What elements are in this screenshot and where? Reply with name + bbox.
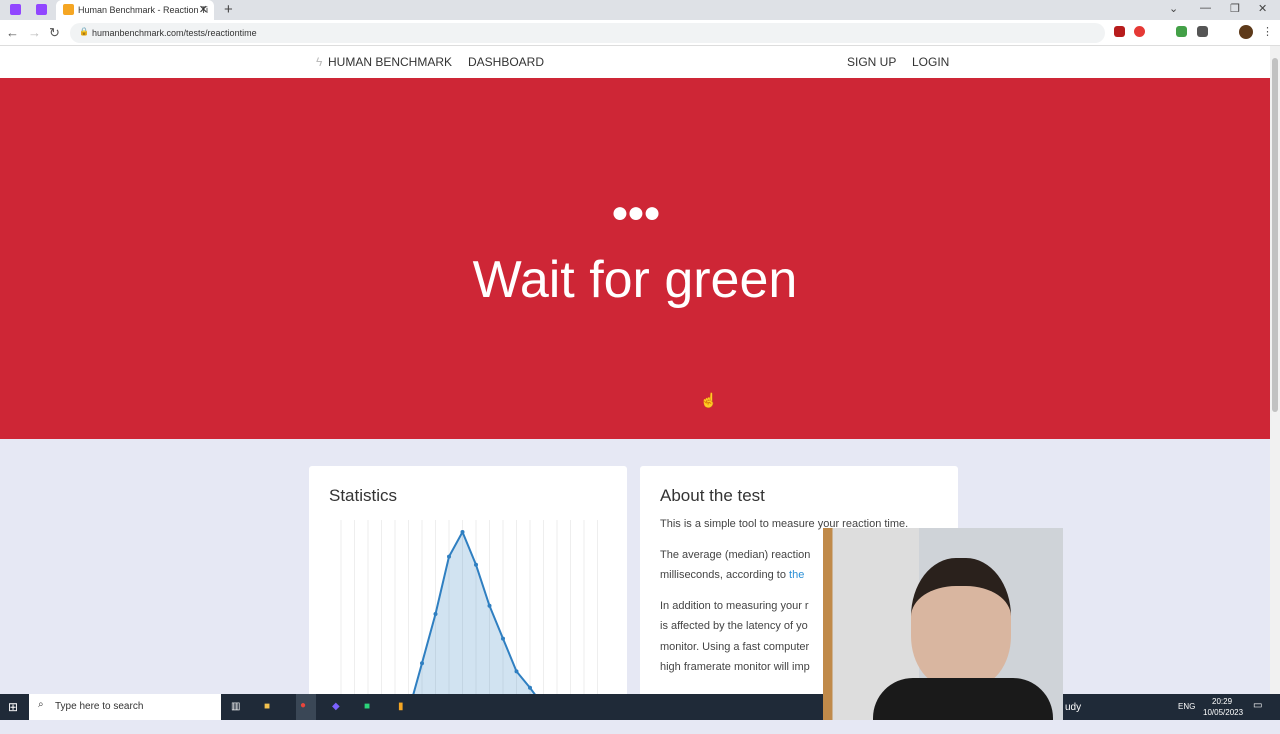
avatar[interactable]	[1239, 25, 1253, 39]
signup-link[interactable]: SIGN UP	[847, 55, 896, 69]
minimize-button[interactable]: —	[1200, 2, 1211, 14]
page: ϟ HUMAN BENCHMARK DASHBOARD SIGN UP LOGI…	[0, 46, 1270, 694]
url-input[interactable]: 🔒 humanbenchmark.com/tests/reactiontime	[70, 23, 1105, 43]
waiting-dots: ●●●	[610, 196, 661, 229]
hero-title: Wait for green	[472, 251, 798, 309]
taskbar: ⊞ ⌕ Type here to search ▥ ■ ● ◆ ■ ▮ udy E…	[0, 694, 1280, 720]
data-point	[487, 603, 492, 608]
lock-icon: 🔒	[79, 27, 89, 36]
dashboard-link[interactable]: DASHBOARD	[468, 55, 544, 69]
reaction-test-area[interactable]: ●●● Wait for green ☝	[0, 78, 1270, 439]
url-text: humanbenchmark.com/tests/reactiontime	[92, 28, 257, 38]
data-point	[474, 562, 478, 567]
close-window-button[interactable]: ✕	[1258, 2, 1267, 15]
tab-bar: Human Benchmark - Reaction Ti ✕ + ⌄ — ❐ …	[0, 0, 1280, 20]
text: monitor. Using a fast computer	[660, 640, 810, 653]
reload-icon[interactable]: ↻	[49, 25, 60, 41]
back-icon[interactable]: ←	[6, 25, 19, 40]
distribution-chart	[340, 520, 598, 694]
data-point	[514, 669, 519, 674]
puzzle-icon[interactable]	[1197, 26, 1208, 37]
windows-start-icon[interactable]: ⊞	[8, 700, 18, 726]
menu-icon[interactable]: ⋮	[1262, 25, 1273, 38]
app-icon[interactable]: ▮	[398, 701, 404, 727]
forward-icon[interactable]: →	[28, 25, 41, 40]
extension-icon[interactable]	[1176, 26, 1187, 37]
data-point	[501, 636, 505, 641]
notifications-icon[interactable]: ▭	[1253, 700, 1262, 726]
source-link[interactable]: the	[789, 569, 804, 581]
data-point	[447, 554, 451, 559]
data-point	[460, 530, 465, 534]
top-nav: ϟ HUMAN BENCHMARK DASHBOARD SIGN UP LOGI…	[0, 46, 1270, 78]
tab-title: Human Benchmark - Reaction Ti	[78, 5, 209, 15]
data-point	[528, 685, 532, 690]
text: is affected by the latency of yo	[660, 620, 808, 632]
taskbar-search-input[interactable]: ⌕ Type here to search	[29, 694, 221, 720]
login-link[interactable]: LOGIN	[912, 55, 949, 69]
chrome-icon[interactable]: ●	[296, 694, 316, 720]
search-placeholder: Type here to search	[55, 701, 144, 712]
lightning-icon	[63, 4, 74, 15]
app-icon[interactable]: ■	[364, 701, 370, 727]
data-point	[433, 612, 438, 616]
search-icon: ⌕	[38, 699, 44, 710]
webcam-overlay	[823, 528, 1063, 720]
hand-cursor-icon: ☝	[700, 392, 718, 408]
bolt-icon: ϟ	[316, 55, 323, 69]
person-head	[911, 558, 1011, 688]
tab-active[interactable]: Human Benchmark - Reaction Ti ✕	[56, 0, 214, 20]
text: The average (median) reaction	[660, 548, 811, 561]
app-icon[interactable]: ◆	[332, 701, 340, 727]
restore-button[interactable]: ❐	[1230, 2, 1240, 15]
brand-link[interactable]: HUMAN BENCHMARK	[328, 55, 452, 69]
scrollbar-thumb[interactable]	[1272, 58, 1278, 412]
scrollbar[interactable]	[1270, 46, 1280, 694]
text: high framerate monitor will imp	[660, 661, 810, 673]
statistics-title: Statistics	[329, 486, 398, 505]
person-body	[873, 678, 1053, 720]
twitch-pinned-tab[interactable]	[10, 4, 21, 15]
task-view-icon[interactable]: ▥	[231, 701, 240, 727]
language-indicator[interactable]: ENG	[1178, 702, 1195, 728]
text: In addition to measuring your r	[660, 599, 809, 612]
distribution-area	[413, 532, 535, 694]
extension-icon[interactable]	[1114, 26, 1125, 37]
tab-search-icon[interactable]: ⌄	[1169, 2, 1178, 15]
about-title: About the test	[660, 486, 765, 505]
new-tab-button[interactable]: +	[224, 1, 233, 18]
close-tab-icon[interactable]: ✕	[199, 3, 208, 16]
address-bar: ← → ↻ 🔒 humanbenchmark.com/tests/reaction…	[0, 20, 1280, 46]
clock-date[interactable]: 10/05/2023	[1203, 708, 1243, 734]
tray-text: udy	[1065, 702, 1082, 713]
file-explorer-icon[interactable]: ■	[264, 701, 270, 727]
twitch-pinned-tab[interactable]	[36, 4, 47, 15]
text: milliseconds, according to	[660, 569, 790, 581]
statistics-card: Statistics	[309, 466, 627, 694]
data-point	[420, 661, 424, 666]
extension-icon[interactable]	[1134, 26, 1145, 37]
